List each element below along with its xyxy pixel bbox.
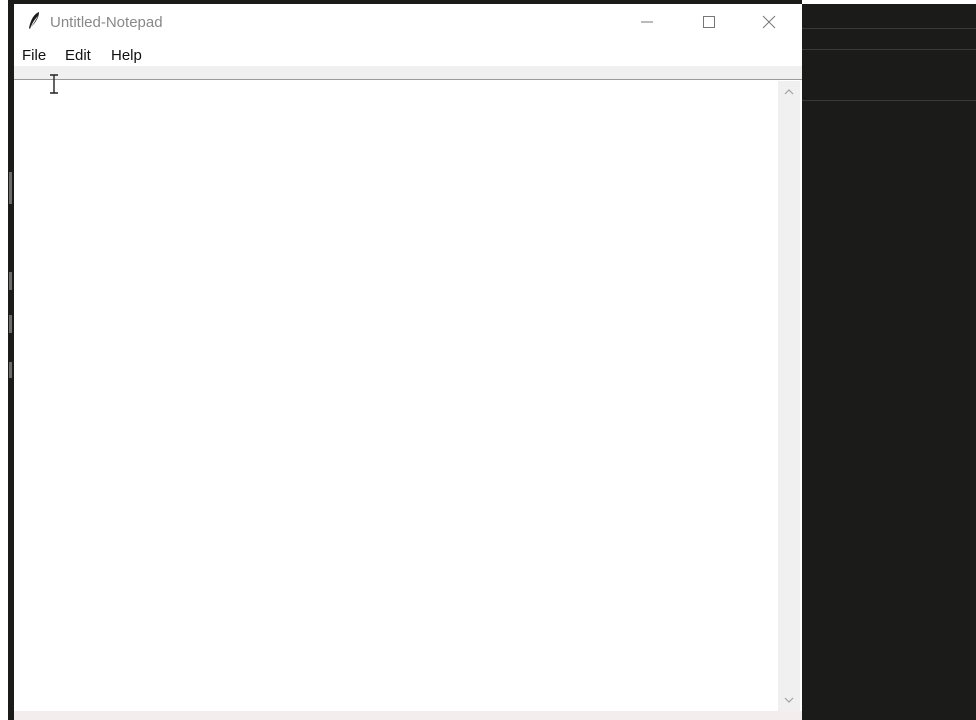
menu-edit[interactable]: Edit: [65, 47, 91, 64]
menu-help[interactable]: Help: [111, 47, 142, 64]
menu-separator-line: [14, 79, 802, 80]
background-mark: [9, 272, 12, 290]
vertical-scrollbar[interactable]: [778, 81, 800, 711]
menu-bar: File Edit Help: [14, 40, 802, 66]
editor-text-area[interactable]: [16, 81, 778, 711]
scroll-down-button[interactable]: [778, 689, 800, 711]
window-title: Untitled-Notepad: [50, 14, 163, 31]
title-bar[interactable]: Untitled-Notepad: [14, 4, 802, 40]
feather-icon: [26, 11, 42, 31]
background-divider: [802, 49, 976, 50]
menu-separator-strip: [14, 66, 802, 79]
maximize-button[interactable]: [686, 4, 732, 40]
background-divider: [802, 100, 976, 101]
close-icon: [762, 15, 776, 29]
chevron-down-icon: [784, 691, 794, 709]
background-mark: [9, 172, 12, 204]
text-cursor-icon: [48, 74, 60, 94]
menu-file[interactable]: File: [22, 47, 46, 64]
background-mark: [9, 362, 12, 378]
notepad-window: Untitled-Notepad File Edit Help: [14, 4, 802, 720]
background-divider: [802, 28, 976, 29]
maximize-icon: [702, 15, 716, 29]
minimize-icon: [640, 15, 654, 29]
close-button[interactable]: [746, 4, 792, 40]
background-mark: [9, 315, 12, 333]
desktop-screen: Untitled-Notepad File Edit Help: [0, 0, 976, 720]
window-bottom-edge: [14, 711, 802, 720]
scroll-up-button[interactable]: [778, 81, 800, 103]
chevron-up-icon: [784, 83, 794, 101]
background-app-panel: [802, 4, 976, 720]
minimize-button[interactable]: [624, 4, 670, 40]
